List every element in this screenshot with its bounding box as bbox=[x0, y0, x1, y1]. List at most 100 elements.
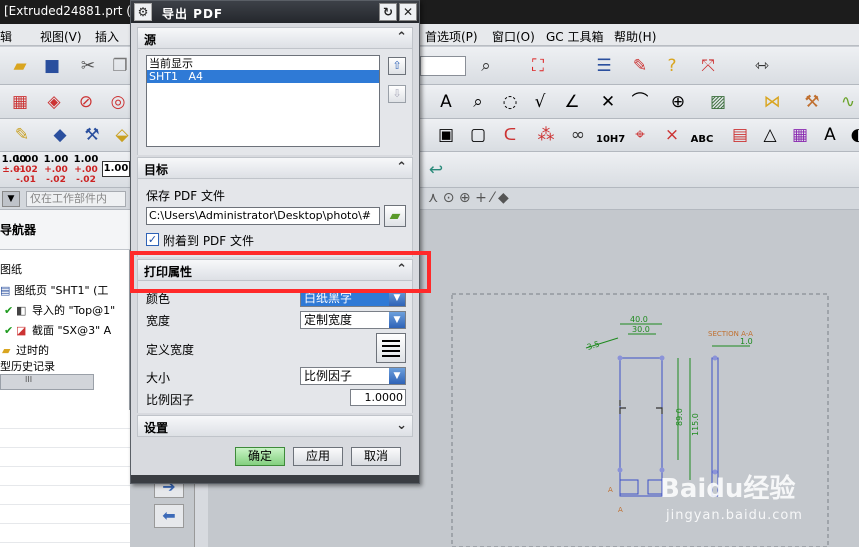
pencil-icon[interactable]: ✎ bbox=[10, 123, 34, 147]
arrow-left-icon[interactable]: ⬅ bbox=[154, 504, 184, 528]
edit-icon[interactable]: ✎ bbox=[628, 54, 652, 78]
dim-label: 40.0 bbox=[630, 315, 648, 324]
gear-icon[interactable]: ⚙ bbox=[134, 3, 152, 21]
target-icon[interactable]: ◎ bbox=[106, 90, 130, 114]
menu-help[interactable]: 帮助(H) bbox=[614, 28, 656, 45]
circle-icon[interactable]: ◐ bbox=[846, 123, 859, 147]
dim-button[interactable]: 1.00 +.00 -.02 bbox=[72, 155, 100, 186]
frame-icon[interactable]: ▢ bbox=[466, 123, 490, 147]
solid-icon[interactable]: ◆ bbox=[48, 123, 72, 147]
triangle-icon[interactable]: △ bbox=[758, 123, 782, 147]
text-note-icon[interactable]: A bbox=[434, 90, 458, 114]
section-settings-header[interactable]: 设置 ⌄ bbox=[137, 415, 413, 437]
export-pdf-dialog: ⚙ 导出 PDF ↻ ✕ 源 ⌃ 当前显示 SHT1 A4 ⇧ ⇩ 目标 ⌃ 保… bbox=[130, 0, 420, 484]
section-settings-label: 设置 bbox=[144, 421, 169, 435]
line-width-button[interactable] bbox=[376, 333, 406, 363]
table-edit-icon[interactable]: ▤ bbox=[728, 123, 752, 147]
custom-width-label: 定义宽度 bbox=[146, 343, 195, 357]
rotate-icon[interactable]: ⤧ bbox=[696, 54, 720, 78]
radius-icon[interactable]: ◌ bbox=[498, 90, 522, 114]
size-combo[interactable]: 比例因子 ▼ bbox=[300, 367, 406, 385]
close-button[interactable]: ✕ bbox=[399, 3, 417, 21]
save-icon[interactable]: ■ bbox=[40, 54, 64, 78]
nav-item-drawing[interactable]: 图纸 bbox=[0, 260, 130, 280]
nav-item-outdated[interactable]: ▰ 过时的 bbox=[0, 341, 130, 361]
fit-view-icon[interactable]: ⛶ bbox=[526, 54, 550, 78]
abc-label[interactable]: ABC bbox=[688, 135, 716, 145]
zoom-icon[interactable]: ⌕ bbox=[474, 54, 498, 78]
menu-edit[interactable]: 辑 bbox=[0, 28, 12, 45]
apply-button[interactable]: 应用 bbox=[293, 447, 343, 466]
tolerance-label[interactable]: 10H7 bbox=[596, 135, 625, 145]
move-up-icon[interactable]: ⇧ bbox=[388, 57, 406, 75]
menu-preferences[interactable]: 首选项(P) bbox=[425, 28, 478, 45]
nav-item-imported-view[interactable]: ✔ ◧ 导入的 "Top@1" bbox=[0, 301, 130, 321]
dim-label: 115.0 bbox=[691, 413, 700, 436]
scale-factor-label: 比例因子 bbox=[146, 393, 195, 407]
image-icon[interactable]: ▨ bbox=[706, 90, 730, 114]
hatch-icon[interactable]: ⋈ bbox=[760, 90, 784, 114]
curve-icon[interactable]: ∿ bbox=[836, 90, 859, 114]
points-icon[interactable]: ⁂ bbox=[534, 123, 558, 147]
cross-icon[interactable]: ✕ bbox=[596, 90, 620, 114]
arc-icon[interactable]: ⌒ bbox=[628, 90, 652, 114]
filter-dropdown-icon[interactable]: ▼ bbox=[2, 191, 20, 207]
break-icon[interactable]: ᑕ bbox=[498, 123, 522, 147]
dim-button[interactable]: 1.00 bbox=[102, 161, 130, 177]
dim-button[interactable]: 1.00 +.02 -.01 bbox=[12, 155, 40, 186]
datum-icon[interactable]: ⌖ bbox=[628, 123, 652, 147]
list-item-selected[interactable]: SHT1 A4 bbox=[147, 70, 379, 83]
table-icon[interactable]: ▦ bbox=[788, 123, 812, 147]
ok-button[interactable]: 确定 bbox=[235, 447, 285, 466]
cancel-button[interactable]: 取消 bbox=[351, 447, 401, 466]
section-target-header[interactable]: 目标 ⌃ bbox=[137, 157, 413, 179]
nav-item-history[interactable]: 型历史记录 bbox=[0, 360, 130, 374]
grid-icon[interactable]: ▦ bbox=[8, 90, 32, 114]
source-list[interactable]: 当前显示 SHT1 A4 bbox=[146, 55, 380, 147]
nav-item-sheet[interactable]: ▤ 图纸页 "SHT1" (工 bbox=[0, 281, 130, 301]
check-symbol-icon[interactable]: √ bbox=[528, 90, 552, 114]
query-icon[interactable]: ? bbox=[660, 54, 684, 78]
scope-combo[interactable]: 仅在工作部件内 bbox=[26, 191, 126, 207]
scale-factor-input[interactable]: 1.0000 bbox=[350, 389, 406, 406]
list-item[interactable]: 当前显示 bbox=[147, 57, 379, 70]
dim-button[interactable]: 1.00 +.00 -.02 bbox=[42, 155, 70, 186]
angle-icon[interactable]: ∠ bbox=[560, 90, 584, 114]
xdim-icon[interactable]: ⨯ bbox=[660, 123, 684, 147]
box-icon[interactable]: ▣ bbox=[434, 123, 458, 147]
ruler-icon[interactable]: ⇿ bbox=[750, 54, 774, 78]
append-checkbox[interactable]: ✓ bbox=[146, 233, 159, 246]
reset-button[interactable]: ↻ bbox=[379, 3, 397, 21]
section-view-icon: ◪ bbox=[16, 324, 27, 337]
horizontal-scrollbar[interactable]: III bbox=[0, 374, 94, 390]
open-folder-icon[interactable]: ▰ bbox=[8, 54, 32, 78]
width-combo[interactable]: 定制宽度 ▼ bbox=[300, 311, 406, 329]
command-search-input[interactable] bbox=[420, 56, 466, 76]
binocular-icon[interactable]: ∞ bbox=[566, 123, 590, 147]
cut-icon[interactable]: ✂ bbox=[76, 54, 100, 78]
app-title: [Extruded24881.prt ( bbox=[4, 4, 131, 18]
diamond-icon[interactable]: ◈ bbox=[42, 90, 66, 114]
line-weight-icon bbox=[382, 340, 400, 357]
center-mark-icon[interactable]: ⊕ bbox=[666, 90, 690, 114]
magnify-icon[interactable]: ⌕ bbox=[466, 90, 490, 114]
menu-gc-toolbox[interactable]: GC 工具箱 bbox=[546, 28, 604, 45]
snap-icons[interactable]: ⋏ ⊙ ⊕ + ⁄ ◆ bbox=[428, 190, 509, 206]
hammer-blue-icon[interactable]: ⚒ bbox=[80, 123, 104, 147]
layer-icon[interactable]: ☰ bbox=[592, 54, 616, 78]
section-source-header[interactable]: 源 ⌃ bbox=[137, 27, 413, 49]
browse-folder-icon[interactable]: ▰ bbox=[384, 205, 406, 227]
nav-item-section-view[interactable]: ✔ ◪ 截面 "SX@3" A bbox=[0, 321, 130, 341]
menu-window[interactable]: 窗口(O) bbox=[492, 28, 535, 45]
menu-view[interactable]: 视图(V) bbox=[40, 28, 82, 45]
undo-arrow-icon[interactable]: ↩ bbox=[424, 158, 448, 182]
move-down-icon[interactable]: ⇩ bbox=[388, 85, 406, 103]
text-arrow-icon[interactable]: A bbox=[818, 123, 842, 147]
menubar: 辑 视图(V) 插入 首选项(P) 窗口(O) GC 工具箱 帮助(H) bbox=[0, 24, 859, 46]
copy-icon[interactable]: ❐ bbox=[108, 54, 132, 78]
menu-insert[interactable]: 插入 bbox=[95, 28, 119, 45]
dialog-titlebar[interactable]: ⚙ 导出 PDF ↻ ✕ bbox=[131, 1, 419, 23]
hammer-icon[interactable]: ⚒ bbox=[800, 90, 824, 114]
probe-icon[interactable]: ⊘ bbox=[74, 90, 98, 114]
save-path-input[interactable]: C:\Users\Administrator\Desktop\photo\# bbox=[146, 207, 380, 225]
